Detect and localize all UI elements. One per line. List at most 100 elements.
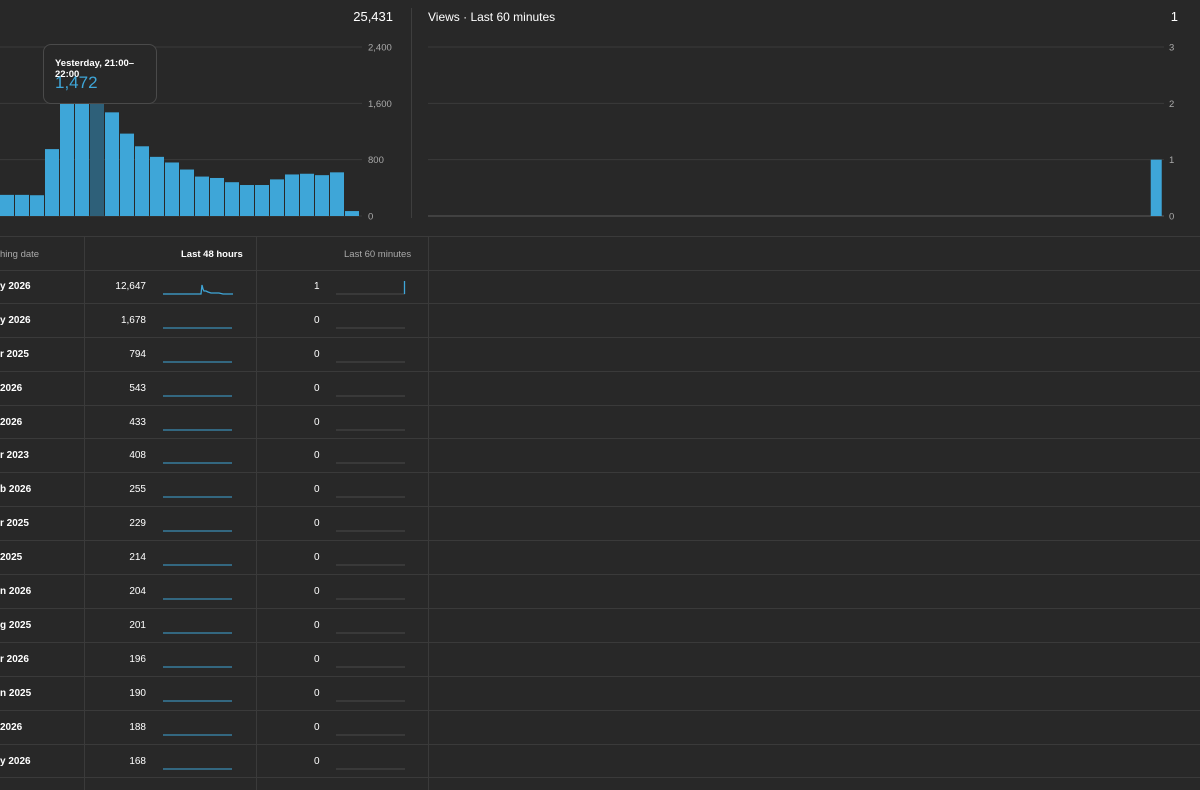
table-row[interactable]: y 2026 168 0 bbox=[0, 745, 1200, 779]
row-date: r 2026 bbox=[0, 653, 29, 665]
table-row[interactable]: n 2025 190 0 bbox=[0, 677, 1200, 711]
row-views-48h: 543 bbox=[129, 382, 146, 394]
header-last-60-minutes[interactable]: Last 60 minutes bbox=[344, 249, 411, 260]
bar[interactable] bbox=[195, 176, 209, 216]
sparkline-48h bbox=[163, 361, 232, 363]
sparkline-60min bbox=[336, 429, 405, 431]
table-row[interactable]: r 2023 408 0 bbox=[0, 440, 1200, 474]
sparkline-48h bbox=[163, 700, 232, 702]
row-date: r 2023 bbox=[0, 450, 29, 462]
table-row[interactable]: y 2026 1,678 0 bbox=[0, 304, 1200, 338]
row-views-48h: 188 bbox=[129, 721, 146, 733]
row-date: 2026 bbox=[0, 382, 23, 394]
bar[interactable] bbox=[345, 211, 359, 216]
sparkline-60min bbox=[336, 768, 405, 770]
bar[interactable] bbox=[285, 174, 299, 216]
sparkline-60min bbox=[336, 395, 405, 397]
row-views-48h: 12,647 bbox=[115, 280, 146, 292]
sparkline-60min bbox=[336, 530, 405, 532]
row-divider bbox=[0, 777, 1200, 779]
sparkline-60min bbox=[336, 496, 405, 498]
sparkline-60min bbox=[336, 598, 405, 600]
table-row[interactable]: 2025 214 0 bbox=[0, 541, 1200, 576]
y-tick-label: 1,600 bbox=[368, 99, 392, 110]
bar[interactable] bbox=[30, 195, 44, 216]
row-views-48h: 255 bbox=[129, 484, 146, 496]
bar[interactable] bbox=[15, 194, 29, 216]
views-48h-chart: 25,431 2,400 1,600 800 0 Yesterday, 21:00–2… bbox=[0, 0, 411, 236]
row-views-48h: 201 bbox=[129, 619, 146, 631]
bar[interactable] bbox=[120, 133, 134, 216]
bar[interactable] bbox=[240, 185, 254, 216]
bar[interactable] bbox=[90, 103, 104, 216]
bar[interactable] bbox=[270, 179, 284, 216]
table-top-border bbox=[0, 236, 1200, 237]
row-date: n 2026 bbox=[0, 586, 32, 598]
y-tick-label: 800 bbox=[368, 155, 384, 166]
row-date: 2025 bbox=[0, 552, 23, 564]
row-views-60min: 0 bbox=[314, 755, 320, 767]
sparkline-48h bbox=[163, 496, 232, 498]
y-tick-label: 0 bbox=[368, 212, 373, 223]
tooltip-value: 1,472 bbox=[55, 73, 98, 92]
table-row[interactable]: y 2026 12,647 1 bbox=[0, 270, 1200, 304]
row-date: r 2025 bbox=[0, 518, 29, 530]
row-date: 2026 bbox=[0, 721, 23, 733]
bar[interactable] bbox=[210, 177, 224, 216]
table-row[interactable]: r 2025 229 0 bbox=[0, 507, 1200, 542]
bar[interactable] bbox=[255, 185, 269, 216]
row-views-60min: 0 bbox=[314, 314, 320, 326]
row-views-48h: 204 bbox=[129, 586, 146, 598]
sparkline-48h bbox=[163, 462, 232, 464]
y-tick-label: 2,400 bbox=[368, 43, 392, 54]
bar[interactable] bbox=[315, 175, 329, 216]
header-publishing-date[interactable]: hing date bbox=[0, 249, 39, 260]
bar[interactable] bbox=[1150, 159, 1162, 216]
row-views-60min: 1 bbox=[314, 280, 320, 292]
bar[interactable] bbox=[135, 146, 149, 216]
table-row[interactable]: r 2025 794 0 bbox=[0, 338, 1200, 372]
header-last-48-hours[interactable]: Last 48 hours bbox=[181, 249, 243, 260]
row-views-60min: 0 bbox=[314, 687, 320, 699]
bar[interactable] bbox=[180, 169, 194, 216]
sparkline-48h bbox=[163, 598, 232, 600]
row-views-60min: 0 bbox=[314, 721, 320, 733]
table-row[interactable]: g 2025 201 0 bbox=[0, 609, 1200, 643]
table-row[interactable]: b 2026 255 0 bbox=[0, 473, 1200, 508]
y-tick-label: 0 bbox=[1169, 212, 1174, 223]
bar[interactable] bbox=[75, 103, 89, 216]
sparkline-60min bbox=[336, 632, 405, 634]
row-views-60min: 0 bbox=[314, 450, 320, 462]
bar[interactable] bbox=[60, 103, 74, 216]
sparkline-60min bbox=[336, 564, 405, 566]
row-views-60min: 0 bbox=[314, 552, 320, 564]
bar[interactable] bbox=[165, 162, 179, 216]
sparkline-48h bbox=[163, 564, 232, 566]
table-row[interactable]: 2026 543 0 bbox=[0, 372, 1200, 406]
table-row[interactable]: n 2026 204 0 bbox=[0, 575, 1200, 609]
row-date: b 2026 bbox=[0, 484, 32, 496]
bar[interactable] bbox=[150, 156, 164, 216]
sparkline-48h bbox=[163, 395, 232, 397]
chart-tooltip: Yesterday, 21:00–22:00 1,472 bbox=[43, 44, 157, 104]
views-60min-chart: Views · Last 60 minutes 1 3210 bbox=[412, 0, 1200, 236]
bar[interactable] bbox=[300, 173, 314, 216]
row-date: n 2025 bbox=[0, 687, 32, 699]
table-row[interactable]: r 2026 196 0 bbox=[0, 643, 1200, 677]
row-views-48h: 794 bbox=[129, 348, 146, 360]
bar[interactable] bbox=[225, 182, 239, 216]
bar[interactable] bbox=[0, 194, 14, 216]
sparkline-48h bbox=[163, 666, 232, 668]
sparkline-60min bbox=[336, 700, 405, 702]
y-tick-label: 1 bbox=[1169, 155, 1174, 166]
sparkline-48h bbox=[163, 768, 232, 770]
table-row[interactable]: 2026 188 0 bbox=[0, 711, 1200, 745]
bar[interactable] bbox=[45, 149, 59, 216]
table-row[interactable]: 2026 433 0 bbox=[0, 406, 1200, 440]
row-date: 2026 bbox=[0, 416, 23, 428]
row-views-60min: 0 bbox=[314, 518, 320, 530]
y-tick-label: 3 bbox=[1169, 43, 1174, 54]
bar[interactable] bbox=[330, 172, 344, 216]
sparkline-60min bbox=[336, 361, 405, 363]
bar[interactable] bbox=[105, 112, 119, 216]
